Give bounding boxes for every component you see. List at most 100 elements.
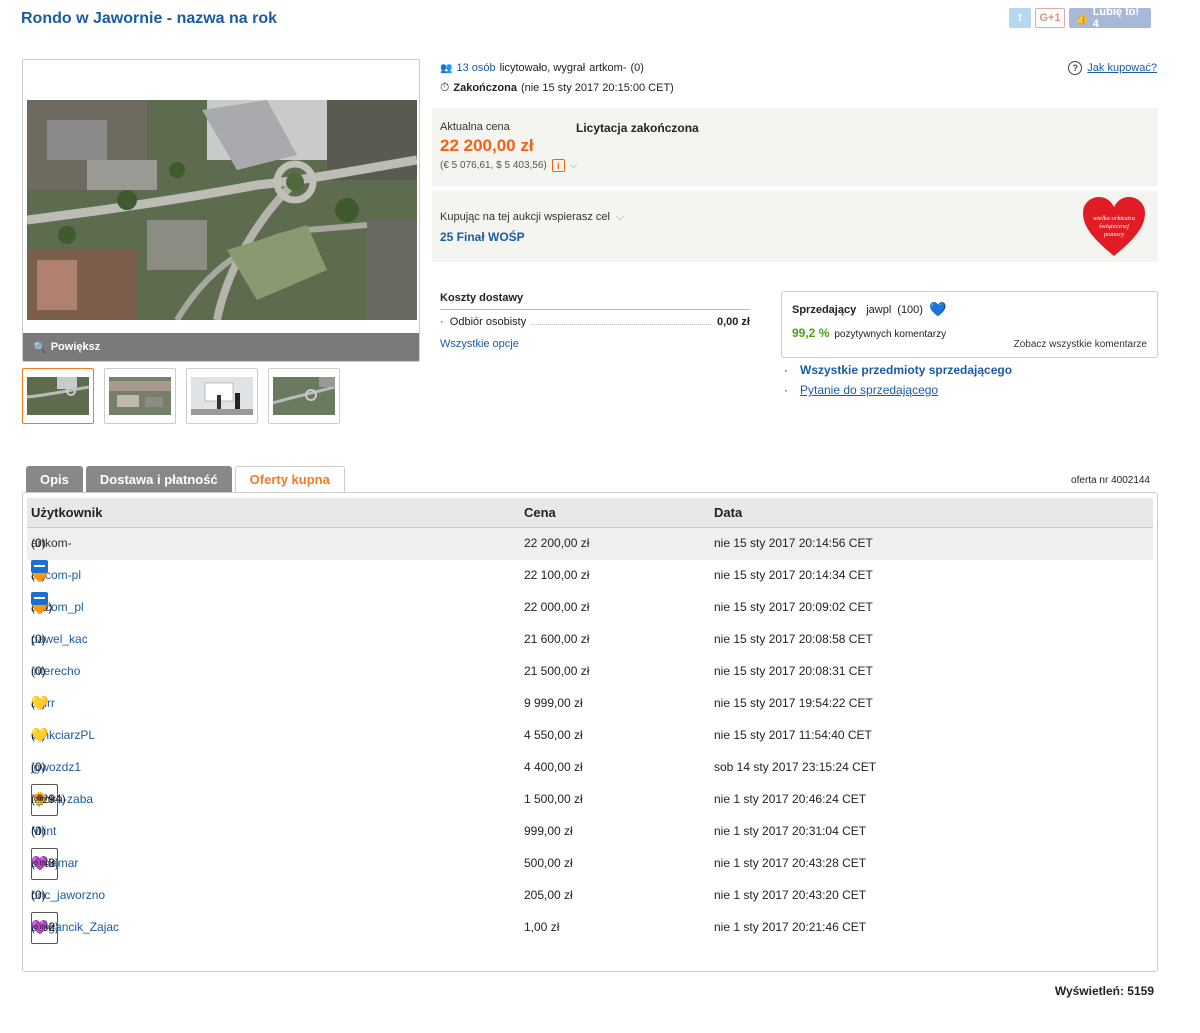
- row-user-cell: dudamar (443) 💜 o mnie: [31, 848, 78, 880]
- shipping-header: Koszty dostawy: [440, 292, 750, 310]
- main-photo[interactable]: [27, 100, 417, 320]
- user-score: (0): [31, 632, 46, 646]
- tab-description[interactable]: Opis: [26, 466, 83, 492]
- user-score: (0): [31, 824, 46, 838]
- info-icon[interactable]: i: [551, 159, 565, 172]
- user-score: (0): [31, 760, 46, 774]
- thumbnail-strip: [22, 368, 340, 424]
- user-score: (0): [31, 888, 46, 902]
- svg-text:wielka orkiestra: wielka orkiestra: [1093, 215, 1135, 222]
- row-price: 22 200,00 zł: [524, 536, 590, 550]
- seller-name[interactable]: jawpl: [866, 304, 891, 316]
- thumbnail-2[interactable]: [104, 368, 176, 424]
- seller-box: Sprzedający jawpl (100) 💙 99,2 % pozytyw…: [781, 291, 1158, 358]
- table-row: Elegancik_Zajac (382) 💜 o mnie 1,00 zł nie 1 …: [27, 912, 1153, 944]
- gplus-button[interactable]: G+1: [1035, 8, 1065, 28]
- bid-text: licytowało, wygrał: [499, 62, 586, 74]
- thumbnail-4[interactable]: [268, 368, 340, 424]
- row-date: nie 15 sty 2017 20:14:34 CET: [714, 568, 873, 582]
- user-score: (0): [31, 536, 46, 550]
- people-icon: 👥: [440, 62, 453, 74]
- status-label: Zakończona: [453, 81, 517, 94]
- conversion-text: (€ 5 076,61, $ 5 403,56): [440, 160, 547, 171]
- shipping-option-price: 0,00 zł: [716, 316, 750, 328]
- facebook-like-button[interactable]: 👍 Lubię to! 4: [1069, 6, 1151, 30]
- row-date: nie 15 sty 2017 20:14:56 CET: [714, 536, 873, 550]
- row-price: 22 000,00 zł: [524, 600, 590, 614]
- charity-label-text: Kupując na tej aukcji wspierasz cel: [440, 211, 610, 223]
- table-row: dudamar (443) 💜 o mnie 500,00 zł nie 1 sty 20…: [27, 848, 1153, 880]
- row-date: nie 15 sty 2017 19:54:22 CET: [714, 696, 873, 710]
- row-price: 999,00 zł: [524, 824, 573, 838]
- zoom-bar[interactable]: 🔍 Powiększ: [23, 333, 419, 361]
- row-user-cell: artcom_pl (10) 🧡: [31, 592, 84, 622]
- about-me-badge[interactable]: o mnie: [31, 784, 59, 816]
- seller-header: Sprzedający jawpl (100) 💙: [792, 301, 1147, 318]
- winner-score: (0): [630, 62, 644, 74]
- row-price: 9 999,00 zł: [524, 696, 583, 710]
- main-image-box[interactable]: 🔍 Powiększ: [22, 59, 420, 362]
- row-price: 1 500,00 zł: [524, 792, 583, 806]
- magnifier-icon: 🔍: [33, 341, 47, 354]
- charity-cause[interactable]: 25 Finał WOŚP: [440, 230, 1150, 244]
- row-date: nie 1 sty 2017 20:31:04 CET: [714, 824, 867, 838]
- header-user[interactable]: Użytkownik: [31, 498, 103, 528]
- chevron-down-icon[interactable]: ⌵: [570, 160, 578, 171]
- svg-text:świątecznej: świątecznej: [1099, 223, 1129, 230]
- table-header: Użytkownik Cena Data: [27, 498, 1153, 528]
- chevron-down-icon: ⌵: [613, 211, 625, 223]
- row-date: nie 15 sty 2017 20:08:58 CET: [714, 632, 873, 646]
- how-to-buy-link[interactable]: Jak kupować?: [1087, 62, 1157, 74]
- all-comments-link[interactable]: Zobacz wszystkie komentarze: [1014, 339, 1147, 350]
- table-row: artkom- (0) 22 200,00 zł nie 15 sty 2017 20…: [27, 528, 1153, 560]
- bullet: ·: [784, 363, 788, 377]
- row-user-cell: Elegancik_Zajac (382) 💜 o mnie: [31, 912, 119, 944]
- about-me-badge[interactable]: o mnie: [31, 848, 59, 880]
- tab-delivery-payment[interactable]: Dostawa i płatność: [85, 466, 232, 492]
- twitter-button[interactable]: t: [1009, 8, 1031, 28]
- table-row: CinkciarzPL (2) 💛 4 550,00 zł nie 15 sty 201…: [27, 720, 1153, 752]
- thumbnail-3[interactable]: [186, 368, 258, 424]
- header-date[interactable]: Data: [714, 498, 742, 528]
- facebook-like-label: Lubię to! 4: [1092, 6, 1140, 30]
- seller-label: Sprzedający: [792, 303, 857, 316]
- all-shipping-options-link[interactable]: Wszystkie opcje: [440, 338, 750, 350]
- row-user-cell: ifonka-zaba (1294) 🌻 o mnie: [31, 784, 93, 816]
- table-row: aairr (1) 💛 9 999,00 zł nie 15 sty 2017 19:5…: [27, 688, 1153, 720]
- row-price: 22 100,00 zł: [524, 568, 590, 582]
- table-row: artcom_pl (10) 🧡 22 000,00 zł nie 15 sty 201…: [27, 592, 1153, 624]
- row-date: nie 1 sty 2017 20:43:20 CET: [714, 888, 867, 902]
- bidders-count-link[interactable]: 13 osób: [456, 62, 495, 74]
- dotted-leader: [532, 324, 711, 325]
- how-to-buy[interactable]: ? Jak kupować?: [1068, 61, 1157, 75]
- question-icon: ?: [1068, 61, 1083, 75]
- currency-conversion: (€ 5 076,61, $ 5 403,56) i ⌵: [440, 159, 1150, 172]
- charity-box: Kupując na tej aukcji wspierasz cel ⌵ 25…: [432, 191, 1158, 262]
- row-price: 500,00 zł: [524, 856, 573, 870]
- ask-seller-link[interactable]: Pytanie do sprzedającego: [800, 383, 938, 397]
- thumbnail-1[interactable]: [22, 368, 94, 424]
- briefcase-icon: [31, 560, 48, 573]
- row-date: nie 15 sty 2017 20:08:31 CET: [714, 664, 873, 678]
- row-date: nie 1 sty 2017 20:43:28 CET: [714, 856, 867, 870]
- row-date: sob 14 sty 2017 23:15:24 CET: [714, 760, 877, 774]
- user-score: (0): [31, 664, 46, 678]
- briefcase-icon: [31, 592, 48, 605]
- row-date: nie 1 sty 2017 20:46:24 CET: [714, 792, 867, 806]
- about-me-badge[interactable]: o mnie: [31, 912, 59, 944]
- tab-purchase-offers[interactable]: Oferty kupna: [234, 466, 345, 493]
- row-date: nie 15 sty 2017 11:54:40 CET: [714, 728, 872, 742]
- table-row: pawel_kac (0) 21 600,00 zł nie 15 sty 2017 …: [27, 624, 1153, 656]
- seller-score: (100): [897, 303, 923, 316]
- offer-number: oferta nr 4002144: [1071, 475, 1150, 486]
- tab-bar: Opis Dostawa i płatność Oferty kupna: [26, 466, 345, 493]
- table-row: ifonka-zaba (1294) 🌻 o mnie 1 500,00 zł nie 1…: [27, 784, 1153, 816]
- row-user-cell: interecho (0): [31, 656, 80, 686]
- wosp-heart-logo: wielka orkiestra świątecznej pomocy: [1083, 197, 1145, 256]
- header-price[interactable]: Cena: [524, 498, 556, 528]
- table-row: artcom-pl (5) 🧡 22 100,00 zł nie 15 sty 2017…: [27, 560, 1153, 592]
- charity-label[interactable]: Kupując na tej aukcji wspierasz cel ⌵: [440, 211, 1150, 224]
- shipping-option-name: Odbiór osobisty: [449, 316, 527, 328]
- seller-rating: 99,2 % pozytywnych komentarzy: [792, 326, 1147, 340]
- all-seller-items-link[interactable]: Wszystkie przedmioty sprzedającego: [800, 363, 1012, 377]
